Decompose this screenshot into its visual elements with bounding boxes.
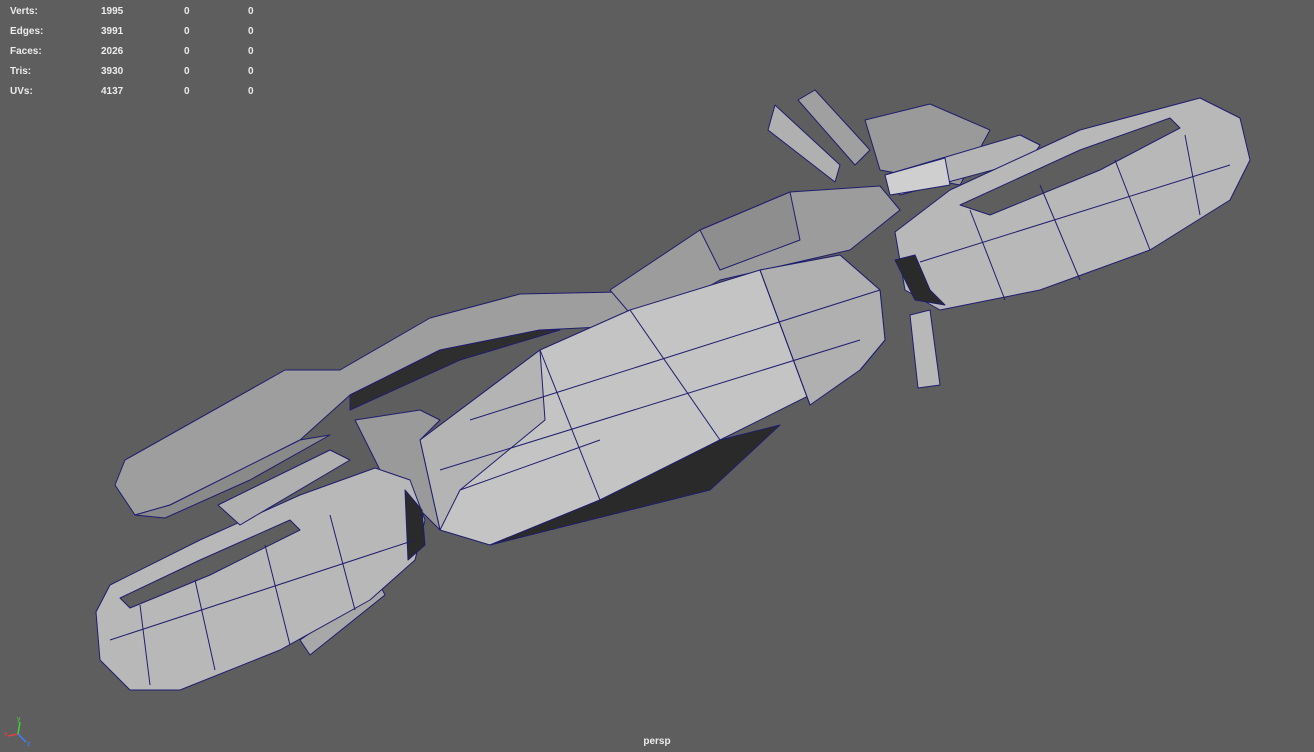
hud-row-faces: Faces: 2026 0 0	[10, 42, 270, 62]
hud-value-object: 3991	[101, 26, 124, 37]
3d-viewport[interactable]: Verts: 1995 0 0 Edges: 3991 0 0 Faces: 2…	[0, 0, 1314, 752]
hud-label: Faces:	[10, 46, 42, 57]
wireframe-model[interactable]	[0, 0, 1314, 752]
hud-value-component: 0	[248, 66, 254, 77]
hud-value-selected: 0	[184, 86, 190, 97]
hud-label: Verts:	[10, 6, 38, 17]
axis-y-label: y	[17, 716, 21, 723]
hud-value-component: 0	[248, 86, 254, 97]
hud-value-object: 3930	[101, 66, 124, 77]
hud-value-selected: 0	[184, 6, 190, 17]
hud-label: Edges:	[10, 26, 44, 37]
hud-value-object: 2026	[101, 46, 124, 57]
camera-name-label: persp	[643, 736, 671, 747]
hud-value-selected: 0	[184, 46, 190, 57]
hud-row-edges: Edges: 3991 0 0	[10, 22, 270, 42]
hud-value-selected: 0	[184, 26, 190, 37]
hud-value-component: 0	[248, 6, 254, 17]
hud-value-object: 1995	[101, 6, 124, 17]
hud-value-object: 4137	[101, 86, 124, 97]
hud-value-component: 0	[248, 46, 254, 57]
hud-row-verts: Verts: 1995 0 0	[10, 2, 270, 22]
hud-value-component: 0	[248, 26, 254, 37]
hud-label: UVs:	[10, 86, 33, 97]
strut-lower-right	[909, 309, 941, 389]
hud-label: Tris:	[10, 66, 32, 77]
hud-row-uvs: UVs: 4137 0 0	[10, 82, 270, 102]
poly-count-hud: Verts: 1995 0 0 Edges: 3991 0 0 Faces: 2…	[10, 2, 270, 102]
hud-row-tris: Tris: 3930 0 0	[10, 62, 270, 82]
axis-y-line	[17, 721, 21, 735]
hud-value-selected: 0	[184, 66, 190, 77]
